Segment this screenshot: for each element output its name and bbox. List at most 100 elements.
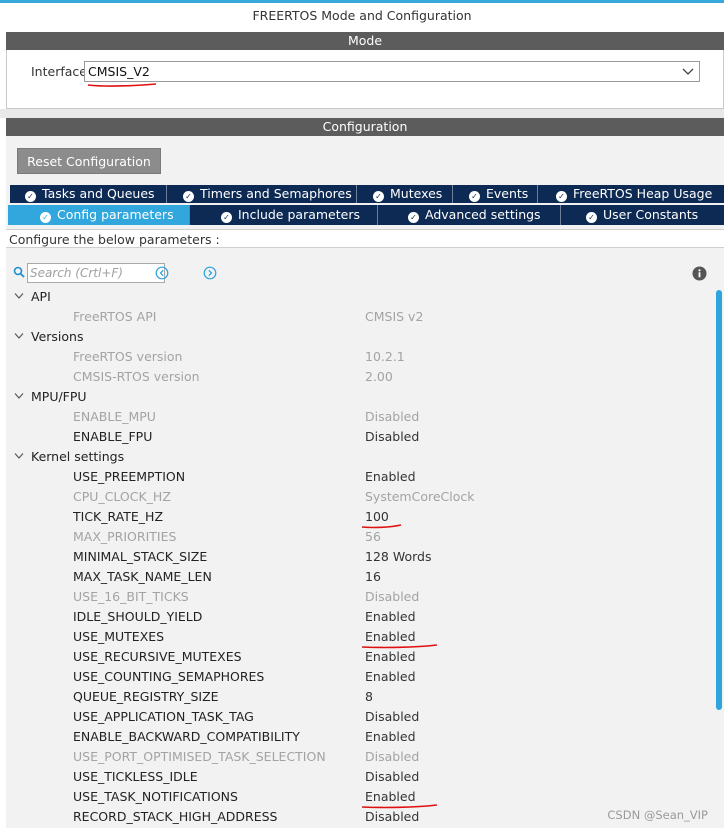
- parameter-name: ENABLE_BACKWARD_COMPATIBILITY: [73, 729, 300, 744]
- parameter-row[interactable]: USE_PORT_OPTIMISED_TASK_SELECTION Disable…: [8, 747, 708, 767]
- parameter-value: 16: [365, 569, 381, 584]
- parameter-row[interactable]: ENABLE_MPU Disabled: [8, 407, 708, 427]
- parameter-row[interactable]: USE_APPLICATION_TASK_TAG Disabled: [8, 707, 708, 727]
- parameter-name: USE_TICKLESS_IDLE: [73, 769, 198, 784]
- tab-label: Advanced settings: [425, 207, 541, 222]
- parameter-value: Enabled: [365, 729, 416, 744]
- chevron-down-icon: [14, 453, 24, 459]
- scrollbar-thumb[interactable]: [716, 290, 722, 710]
- group-label: Kernel settings: [31, 449, 125, 464]
- interface-value: CMSIS_V2: [88, 64, 150, 79]
- group-label: API: [31, 289, 51, 304]
- parameter-value: SystemCoreClock: [365, 489, 475, 504]
- check-circle-icon: ✓: [183, 191, 194, 202]
- parameter-row[interactable]: FreeRTOS version 10.2.1: [8, 347, 708, 367]
- parameter-name: IDLE_SHOULD_YIELD: [73, 609, 203, 624]
- parameter-name: USE_PORT_OPTIMISED_TASK_SELECTION: [73, 749, 326, 764]
- parameter-name: MINIMAL_STACK_SIZE: [73, 549, 208, 564]
- parameter-row[interactable]: FreeRTOS API CMSIS v2: [8, 307, 708, 327]
- tab-events[interactable]: ✓ Events: [453, 185, 538, 203]
- group-row[interactable]: API: [8, 287, 708, 307]
- parameter-row[interactable]: ENABLE_FPU Disabled: [8, 427, 708, 447]
- info-icon[interactable]: [692, 266, 707, 281]
- parameter-row[interactable]: CPU_CLOCK_HZ SystemCoreClock: [8, 487, 708, 507]
- parameter-name: RECORD_STACK_HIGH_ADDRESS: [73, 809, 278, 824]
- parameter-value: Disabled: [365, 749, 420, 764]
- check-circle-icon: ✓: [586, 212, 597, 223]
- parameter-row[interactable]: MAX_PRIORITIES 56: [8, 527, 708, 547]
- parameter-row[interactable]: ENABLE_BACKWARD_COMPATIBILITY Enabled: [8, 727, 708, 747]
- check-circle-icon: ✓: [373, 191, 384, 202]
- parameter-value: Disabled: [365, 429, 420, 444]
- section-gap: [0, 109, 724, 118]
- parameter-value: Enabled: [365, 649, 416, 664]
- parameter-row[interactable]: TICK_RATE_HZ 100: [8, 507, 708, 529]
- parameter-name: USE_RECURSIVE_MUTEXES: [73, 649, 242, 664]
- configuration-section-header: Configuration: [6, 118, 724, 136]
- info-line: Configure the below parameters :: [6, 229, 724, 248]
- check-circle-icon: ✓: [408, 212, 419, 223]
- parameter-value: Disabled: [365, 809, 420, 824]
- mode-section-header: Mode: [6, 32, 724, 50]
- parameter-row[interactable]: MAX_TASK_NAME_LEN 16: [8, 567, 708, 587]
- tab-label: Timers and Semaphores: [200, 186, 352, 201]
- parameter-name: ENABLE_MPU: [73, 409, 156, 424]
- tab-tasks-and-queues[interactable]: ✓ Tasks and Queues: [10, 185, 167, 203]
- parameter-value: 56: [365, 529, 381, 544]
- interface-select[interactable]: CMSIS_V2: [84, 61, 700, 82]
- tab-user-constants[interactable]: ✓ User Constants: [561, 205, 724, 225]
- parameter-name: MAX_PRIORITIES: [73, 529, 177, 544]
- parameter-row[interactable]: USE_COUNTING_SEMAPHORES Enabled: [8, 667, 708, 687]
- parameter-value: Enabled: [365, 609, 416, 624]
- parameter-name: FreeRTOS API: [73, 309, 157, 324]
- parameter-value: Enabled: [365, 669, 416, 684]
- search-input[interactable]: [27, 263, 165, 283]
- tab-advanced-settings[interactable]: ✓ Advanced settings: [378, 205, 561, 225]
- parameter-row[interactable]: USE_TICKLESS_IDLE Disabled: [8, 767, 708, 787]
- interface-label: Interface: [31, 64, 87, 79]
- previous-result-icon[interactable]: [155, 266, 169, 280]
- tab-freertos-heap-usage[interactable]: ✓ FreeRTOS Heap Usage: [538, 185, 724, 203]
- top-accent-bar: [0, 0, 724, 3]
- parameter-name: FreeRTOS version: [73, 349, 183, 364]
- group-row[interactable]: MPU/FPU: [8, 387, 708, 407]
- parameter-row[interactable]: USE_RECURSIVE_MUTEXES Enabled: [8, 647, 708, 667]
- parameter-row[interactable]: IDLE_SHOULD_YIELD Enabled: [8, 607, 708, 627]
- tab-config-parameters[interactable]: ✓ Config parameters: [8, 205, 190, 225]
- parameter-name: CMSIS-RTOS version: [73, 369, 200, 384]
- parameter-name: USE_COUNTING_SEMAPHORES: [73, 669, 265, 684]
- tab-include-parameters[interactable]: ✓ Include parameters: [190, 205, 378, 225]
- parameter-row[interactable]: USE_TASK_NOTIFICATIONS Enabled: [8, 787, 708, 809]
- group-row[interactable]: Kernel settings: [8, 447, 708, 467]
- tab-label: User Constants: [603, 207, 699, 222]
- parameter-row[interactable]: MINIMAL_STACK_SIZE 128 Words: [8, 547, 708, 567]
- check-circle-icon: ✓: [25, 191, 36, 202]
- parameter-row[interactable]: RECORD_STACK_HIGH_ADDRESS Disabled: [8, 807, 708, 827]
- tab-timers-and-semaphores[interactable]: ✓ Timers and Semaphores: [167, 185, 357, 203]
- configure-hint: Configure the below parameters :: [9, 232, 220, 247]
- parameter-row[interactable]: USE_MUTEXES Enabled: [8, 627, 708, 649]
- next-result-icon[interactable]: [203, 266, 217, 280]
- parameter-name: USE_16_BIT_TICKS: [73, 589, 189, 604]
- window-title: FREERTOS Mode and Configuration: [252, 8, 472, 23]
- parameter-value: Disabled: [365, 589, 420, 604]
- chevron-down-icon: [14, 333, 24, 339]
- parameter-row[interactable]: QUEUE_REGISTRY_SIZE 8: [8, 687, 708, 707]
- parameter-row[interactable]: CMSIS-RTOS version 2.00: [8, 367, 708, 387]
- parameter-row[interactable]: USE_PREEMPTION Enabled: [8, 467, 708, 487]
- group-label: MPU/FPU: [31, 389, 87, 404]
- check-circle-icon: ✓: [469, 191, 480, 202]
- parameter-name: MAX_TASK_NAME_LEN: [73, 569, 212, 584]
- tab-label: Events: [486, 186, 529, 201]
- group-row[interactable]: Versions: [8, 327, 708, 347]
- parameter-name: USE_MUTEXES: [73, 629, 165, 644]
- tab-mutexes[interactable]: ✓ Mutexes: [357, 185, 453, 203]
- tab-label: Tasks and Queues: [42, 186, 155, 201]
- parameter-value: Disabled: [365, 409, 420, 424]
- tab-label: Include parameters: [238, 207, 360, 222]
- parameter-value: 128 Words: [365, 549, 432, 564]
- reset-configuration-button[interactable]: Reset Configuration: [17, 148, 161, 174]
- parameter-row[interactable]: USE_16_BIT_TICKS Disabled: [8, 587, 708, 607]
- chevron-down-icon: [682, 68, 694, 75]
- parameter-value: Disabled: [365, 769, 420, 784]
